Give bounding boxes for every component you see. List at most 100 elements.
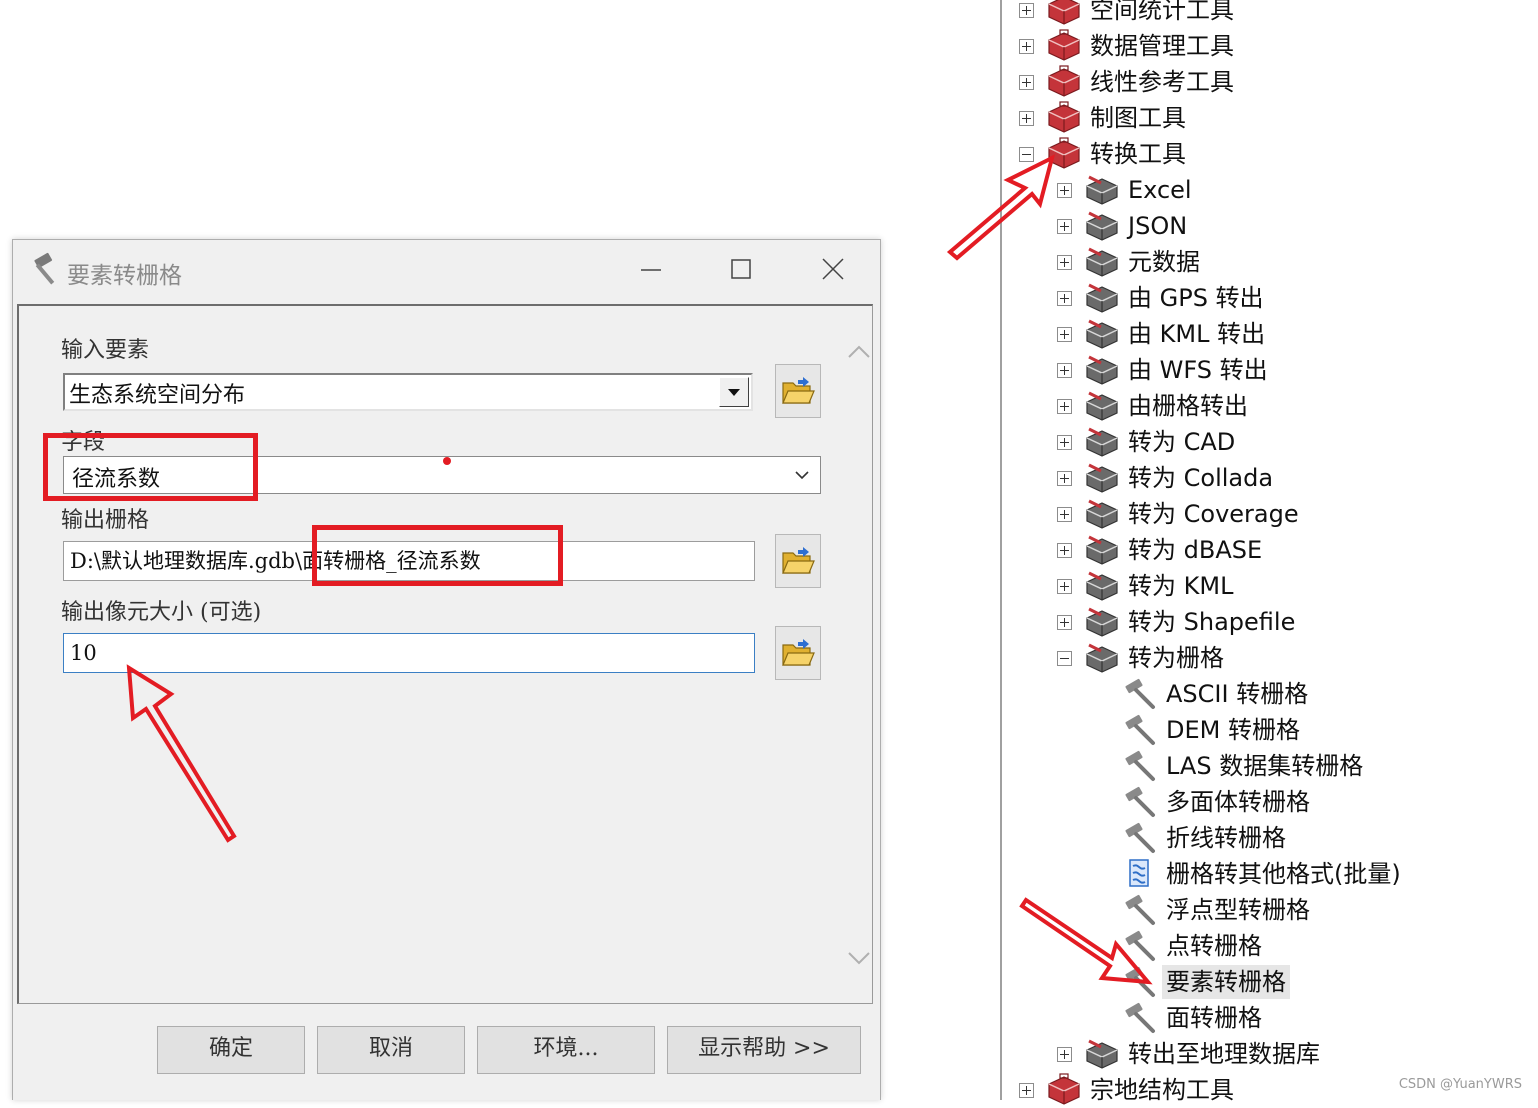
tree-row-tool-6[interactable]: 浮点型转栅格 bbox=[0, 892, 1538, 928]
expand-icon[interactable] bbox=[1019, 1083, 1034, 1098]
expand-icon[interactable] bbox=[1057, 1047, 1072, 1062]
toolset-icon bbox=[1086, 607, 1118, 637]
toolset-icon bbox=[1086, 211, 1118, 241]
tree-row-toolbox-2[interactable]: 线性参考工具 bbox=[0, 64, 1538, 100]
hammer-icon bbox=[1125, 750, 1155, 781]
expand-icon[interactable] bbox=[1019, 111, 1034, 126]
toolset-icon bbox=[1086, 463, 1118, 493]
expand-icon[interactable] bbox=[1057, 471, 1072, 486]
tree-item-label: 转为 Coverage bbox=[1128, 500, 1299, 528]
expand-icon[interactable] bbox=[1057, 183, 1072, 198]
expand-icon[interactable] bbox=[1057, 219, 1072, 234]
tree-item-label: LAS 数据集转栅格 bbox=[1166, 752, 1364, 780]
toolset-icon bbox=[1086, 427, 1118, 457]
hammer-icon bbox=[1125, 894, 1155, 925]
tree-row-toolset-5[interactable]: 由 WFS 转出 bbox=[0, 352, 1538, 388]
tree-item-label: 转换工具 bbox=[1090, 140, 1186, 168]
toolset-icon bbox=[1086, 175, 1118, 205]
expand-icon[interactable] bbox=[1057, 255, 1072, 270]
toolset-icon bbox=[1086, 319, 1118, 349]
tree-item-label: 浮点型转栅格 bbox=[1166, 896, 1310, 924]
tree-row-tool-3[interactable]: 多面体转栅格 bbox=[0, 784, 1538, 820]
expand-icon[interactable] bbox=[1057, 327, 1072, 342]
hammer-icon bbox=[1125, 714, 1155, 745]
tree-item-label: 由 GPS 转出 bbox=[1128, 284, 1264, 312]
tree-item-label: 多面体转栅格 bbox=[1166, 788, 1310, 816]
tree-row-tool-5[interactable]: 栅格转其他格式(批量) bbox=[0, 856, 1538, 892]
tree-row-toolset-10[interactable]: 转为 dBASE bbox=[0, 532, 1538, 568]
tree-row-toolbox-5[interactable]: 宗地结构工具 bbox=[0, 1072, 1538, 1108]
tree-row-toolset-11[interactable]: 转为 KML bbox=[0, 568, 1538, 604]
expand-icon[interactable] bbox=[1057, 363, 1072, 378]
tree-item-label: 线性参考工具 bbox=[1090, 68, 1234, 96]
tree-row-toolset-0[interactable]: Excel bbox=[0, 172, 1538, 208]
toolset-icon bbox=[1086, 643, 1118, 673]
expand-icon[interactable] bbox=[1057, 579, 1072, 594]
expand-icon[interactable] bbox=[1019, 3, 1034, 18]
tree-item-label: 转为 KML bbox=[1128, 572, 1234, 600]
tree-item-label: 转为 Shapefile bbox=[1128, 608, 1296, 636]
tree-item-label: 由 KML 转出 bbox=[1128, 320, 1266, 348]
toolbox-icon bbox=[1048, 137, 1080, 169]
expand-icon[interactable] bbox=[1057, 615, 1072, 630]
tree-item-label: Excel bbox=[1128, 176, 1192, 204]
tree-item-label: ASCII 转栅格 bbox=[1166, 680, 1309, 708]
tree-row-toolset-8[interactable]: 转为 Collada bbox=[0, 460, 1538, 496]
expand-icon[interactable] bbox=[1057, 291, 1072, 306]
tree-row-tool-1[interactable]: DEM 转栅格 bbox=[0, 712, 1538, 748]
toolset-icon bbox=[1086, 499, 1118, 529]
tree-item-label: 转出至地理数据库 bbox=[1128, 1040, 1320, 1068]
tree-row-toolset-13[interactable]: 转为栅格 bbox=[0, 640, 1538, 676]
tree-row-toolset-9[interactable]: 转为 Coverage bbox=[0, 496, 1538, 532]
hammer-icon bbox=[1125, 1002, 1155, 1033]
tree-row-toolset-6[interactable]: 由栅格转出 bbox=[0, 388, 1538, 424]
tree-row-toolbox-1[interactable]: 数据管理工具 bbox=[0, 28, 1538, 64]
hammer-icon bbox=[1125, 822, 1155, 853]
tree-row-toolset-3[interactable]: 由 GPS 转出 bbox=[0, 280, 1538, 316]
collapse-icon[interactable] bbox=[1057, 651, 1072, 666]
expand-icon[interactable] bbox=[1057, 435, 1072, 450]
tree-item-label: 折线转栅格 bbox=[1166, 824, 1286, 852]
tree-row-toolset-7[interactable]: 转为 CAD bbox=[0, 424, 1538, 460]
tree-row-tool-7[interactable]: 点转栅格 bbox=[0, 928, 1538, 964]
tree-row-tool-9[interactable]: 面转栅格 bbox=[0, 1000, 1538, 1036]
tree-row-tool-4[interactable]: 折线转栅格 bbox=[0, 820, 1538, 856]
tree-row-tool-0[interactable]: ASCII 转栅格 bbox=[0, 676, 1538, 712]
hammer-icon bbox=[1125, 678, 1155, 709]
toolbox-icon bbox=[1048, 29, 1080, 61]
tree-row-tool-2[interactable]: LAS 数据集转栅格 bbox=[0, 748, 1538, 784]
expand-icon[interactable] bbox=[1057, 507, 1072, 522]
watermark: CSDN @YuanYWRS bbox=[1398, 1077, 1522, 1092]
tree-item-label: 元数据 bbox=[1128, 248, 1200, 276]
tree-item-label: 制图工具 bbox=[1090, 104, 1186, 132]
tree-item-label: 转为 dBASE bbox=[1128, 536, 1263, 564]
expand-icon[interactable] bbox=[1057, 543, 1072, 558]
tree-row-toolbox-4[interactable]: 转换工具 bbox=[0, 136, 1538, 172]
tree-row-toolbox-3[interactable]: 制图工具 bbox=[0, 100, 1538, 136]
tree-item-label: 栅格转其他格式(批量) bbox=[1166, 860, 1401, 888]
expand-icon[interactable] bbox=[1019, 39, 1034, 54]
tree-item-label: 转为栅格 bbox=[1128, 644, 1224, 672]
expand-icon[interactable] bbox=[1019, 75, 1034, 90]
tree-item-label: JSON bbox=[1128, 212, 1188, 240]
hammer-icon bbox=[1125, 966, 1155, 997]
tree-row-toolbox-0[interactable]: 空间统计工具 bbox=[0, 0, 1538, 28]
tree-item-label: 点转栅格 bbox=[1166, 932, 1262, 960]
collapse-icon[interactable] bbox=[1019, 147, 1034, 162]
hammer-icon bbox=[1125, 930, 1155, 961]
tree-row-toolset-1[interactable]: JSON bbox=[0, 208, 1538, 244]
tree-row-tool-8[interactable]: 要素转栅格 bbox=[0, 964, 1538, 1000]
tree-item-label: 由 WFS 转出 bbox=[1128, 356, 1268, 384]
toolset-icon bbox=[1086, 391, 1118, 421]
toolset-icon bbox=[1086, 355, 1118, 385]
hammer-icon bbox=[1125, 786, 1155, 817]
script-icon bbox=[1129, 859, 1149, 887]
tree-item-label: 面转栅格 bbox=[1166, 1004, 1262, 1032]
tree-row-toolset-14[interactable]: 转出至地理数据库 bbox=[0, 1036, 1538, 1072]
tree-row-toolset-4[interactable]: 由 KML 转出 bbox=[0, 316, 1538, 352]
tree-row-toolset-2[interactable]: 元数据 bbox=[0, 244, 1538, 280]
tree-row-toolset-12[interactable]: 转为 Shapefile bbox=[0, 604, 1538, 640]
tree-item-label: 宗地结构工具 bbox=[1090, 1076, 1234, 1104]
expand-icon[interactable] bbox=[1057, 399, 1072, 414]
tree-item-label: DEM 转栅格 bbox=[1166, 716, 1300, 744]
